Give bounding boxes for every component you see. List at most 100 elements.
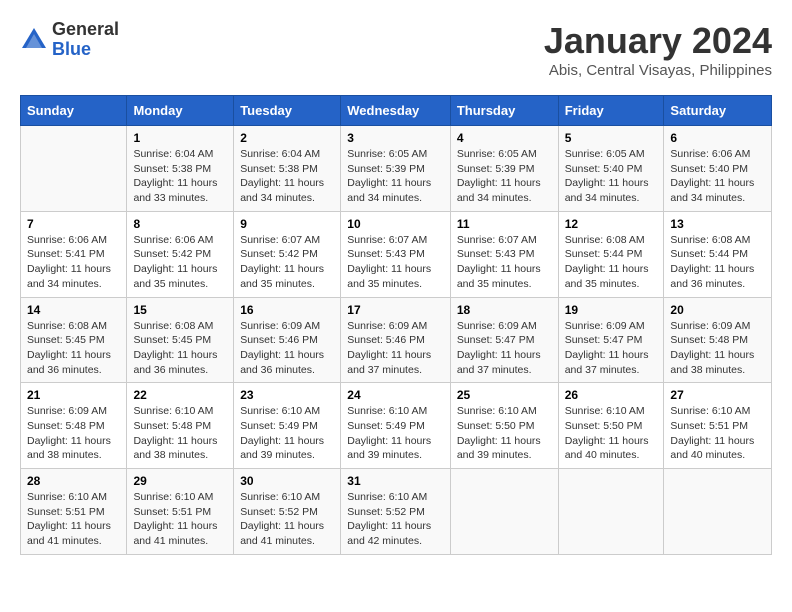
calendar-cell: 19Sunrise: 6:09 AMSunset: 5:47 PMDayligh… <box>558 297 664 383</box>
weekday-header-friday: Friday <box>558 96 664 126</box>
day-number: 24 <box>347 388 444 402</box>
calendar-cell: 14 Sunrise: 6:08 AMSunset: 5:45 PMDayligh… <box>21 297 127 383</box>
day-number: 8 <box>133 217 227 231</box>
day-number: 1 <box>133 131 227 145</box>
day-number: 6 <box>670 131 765 145</box>
day-info: Sunrise: 6:07 AMSunset: 5:42 PMDaylight:… <box>240 233 334 292</box>
calendar-cell: 5Sunrise: 6:05 AMSunset: 5:40 PMDaylight… <box>558 126 664 212</box>
day-number: 21 <box>27 388 120 402</box>
calendar-cell: 16Sunrise: 6:09 AMSunset: 5:46 PMDayligh… <box>234 297 341 383</box>
calendar-cell: 2 Sunrise: 6:04 AMSunset: 5:38 PMDaylight… <box>234 126 341 212</box>
day-info: Sunrise: 6:09 AMSunset: 5:48 PMDaylight:… <box>670 319 765 378</box>
day-number: 22 <box>133 388 227 402</box>
calendar-cell: 3 Sunrise: 6:05 AMSunset: 5:39 PMDaylight… <box>341 126 451 212</box>
day-number: 23 <box>240 388 334 402</box>
logo-icon <box>20 26 48 54</box>
calendar-cell: 18 Sunrise: 6:09 AMSunset: 5:47 PMDayligh… <box>450 297 558 383</box>
calendar-cell: 7Sunrise: 6:06 AMSunset: 5:41 PMDaylight… <box>21 211 127 297</box>
calendar-cell: 27 Sunrise: 6:10 AMSunset: 5:51 PMDayligh… <box>664 383 772 469</box>
day-number: 27 <box>670 388 765 402</box>
day-number: 9 <box>240 217 334 231</box>
logo: General Blue <box>20 20 119 60</box>
logo-blue-text: Blue <box>52 39 91 59</box>
calendar-cell: 26Sunrise: 6:10 AMSunset: 5:50 PMDayligh… <box>558 383 664 469</box>
day-info: Sunrise: 6:06 AMSunset: 5:41 PMDaylight:… <box>27 233 120 292</box>
calendar-cell: 1 Sunrise: 6:04 AMSunset: 5:38 PMDaylight… <box>127 126 234 212</box>
day-number: 30 <box>240 474 334 488</box>
calendar-cell: 8Sunrise: 6:06 AMSunset: 5:42 PMDaylight… <box>127 211 234 297</box>
day-number: 3 <box>347 131 444 145</box>
day-info: Sunrise: 6:09 AMSunset: 5:47 PMDaylight:… <box>457 319 552 378</box>
day-number: 25 <box>457 388 552 402</box>
day-info: Sunrise: 6:08 AMSunset: 5:44 PMDaylight:… <box>565 233 658 292</box>
calendar-cell: 4 Sunrise: 6:05 AMSunset: 5:39 PMDaylight… <box>450 126 558 212</box>
day-number: 14 <box>27 303 120 317</box>
day-info: Sunrise: 6:10 AMSunset: 5:51 PMDaylight:… <box>670 404 765 463</box>
calendar-cell: 20Sunrise: 6:09 AMSunset: 5:48 PMDayligh… <box>664 297 772 383</box>
calendar-subtitle: Abis, Central Visayas, Philippines <box>544 62 772 79</box>
day-info: Sunrise: 6:04 AMSunset: 5:38 PMDaylight:… <box>133 147 227 206</box>
day-number: 4 <box>457 131 552 145</box>
week-row-4: 21Sunrise: 6:09 AMSunset: 5:48 PMDayligh… <box>21 383 772 469</box>
day-number: 26 <box>565 388 658 402</box>
day-info: Sunrise: 6:09 AMSunset: 5:46 PMDaylight:… <box>240 319 334 378</box>
calendar-body: 1 Sunrise: 6:04 AMSunset: 5:38 PMDaylight… <box>21 126 772 555</box>
day-info: Sunrise: 6:08 AMSunset: 5:45 PMDaylight:… <box>27 319 120 378</box>
calendar-cell: 6 Sunrise: 6:06 AMSunset: 5:40 PMDaylight… <box>664 126 772 212</box>
title-area: January 2024 Abis, Central Visayas, Phil… <box>544 20 772 79</box>
calendar-cell <box>21 126 127 212</box>
day-number: 2 <box>240 131 334 145</box>
day-info: Sunrise: 6:10 AMSunset: 5:51 PMDaylight:… <box>27 490 120 549</box>
calendar-title: January 2024 <box>544 20 772 62</box>
calendar-cell: 12 Sunrise: 6:08 AMSunset: 5:44 PMDayligh… <box>558 211 664 297</box>
day-info: Sunrise: 6:08 AMSunset: 5:44 PMDaylight:… <box>670 233 765 292</box>
calendar-cell: 21Sunrise: 6:09 AMSunset: 5:48 PMDayligh… <box>21 383 127 469</box>
day-number: 15 <box>133 303 227 317</box>
calendar-cell: 13 Sunrise: 6:08 AMSunset: 5:44 PMDayligh… <box>664 211 772 297</box>
day-info: Sunrise: 6:07 AMSunset: 5:43 PMDaylight:… <box>347 233 444 292</box>
day-number: 12 <box>565 217 658 231</box>
calendar-cell: 28Sunrise: 6:10 AMSunset: 5:51 PMDayligh… <box>21 469 127 555</box>
day-info: Sunrise: 6:08 AMSunset: 5:45 PMDaylight:… <box>133 319 227 378</box>
day-number: 18 <box>457 303 552 317</box>
day-number: 11 <box>457 217 552 231</box>
calendar-cell: 15 Sunrise: 6:08 AMSunset: 5:45 PMDayligh… <box>127 297 234 383</box>
day-info: Sunrise: 6:04 AMSunset: 5:38 PMDaylight:… <box>240 147 334 206</box>
calendar-cell: 22 Sunrise: 6:10 AMSunset: 5:48 PMDayligh… <box>127 383 234 469</box>
day-info: Sunrise: 6:06 AMSunset: 5:40 PMDaylight:… <box>670 147 765 206</box>
day-info: Sunrise: 6:10 AMSunset: 5:51 PMDaylight:… <box>133 490 227 549</box>
day-info: Sunrise: 6:10 AMSunset: 5:48 PMDaylight:… <box>133 404 227 463</box>
calendar-cell: 29 Sunrise: 6:10 AMSunset: 5:51 PMDayligh… <box>127 469 234 555</box>
weekday-header-wednesday: Wednesday <box>341 96 451 126</box>
day-info: Sunrise: 6:07 AMSunset: 5:43 PMDaylight:… <box>457 233 552 292</box>
logo-general-text: General <box>52 19 119 39</box>
day-info: Sunrise: 6:05 AMSunset: 5:39 PMDaylight:… <box>347 147 444 206</box>
day-info: Sunrise: 6:09 AMSunset: 5:47 PMDaylight:… <box>565 319 658 378</box>
day-number: 10 <box>347 217 444 231</box>
day-number: 13 <box>670 217 765 231</box>
day-number: 31 <box>347 474 444 488</box>
calendar-cell: 10 Sunrise: 6:07 AMSunset: 5:43 PMDayligh… <box>341 211 451 297</box>
day-number: 17 <box>347 303 444 317</box>
day-info: Sunrise: 6:09 AMSunset: 5:46 PMDaylight:… <box>347 319 444 378</box>
weekday-header-thursday: Thursday <box>450 96 558 126</box>
calendar-cell: 9 Sunrise: 6:07 AMSunset: 5:42 PMDaylight… <box>234 211 341 297</box>
day-info: Sunrise: 6:10 AMSunset: 5:49 PMDaylight:… <box>240 404 334 463</box>
day-number: 5 <box>565 131 658 145</box>
day-number: 29 <box>133 474 227 488</box>
week-row-5: 28Sunrise: 6:10 AMSunset: 5:51 PMDayligh… <box>21 469 772 555</box>
header: General Blue January 2024 Abis, Central … <box>20 20 772 79</box>
week-row-2: 7Sunrise: 6:06 AMSunset: 5:41 PMDaylight… <box>21 211 772 297</box>
day-info: Sunrise: 6:10 AMSunset: 5:52 PMDaylight:… <box>347 490 444 549</box>
day-info: Sunrise: 6:10 AMSunset: 5:52 PMDaylight:… <box>240 490 334 549</box>
week-row-1: 1 Sunrise: 6:04 AMSunset: 5:38 PMDaylight… <box>21 126 772 212</box>
day-info: Sunrise: 6:10 AMSunset: 5:50 PMDaylight:… <box>457 404 552 463</box>
weekday-header-sunday: Sunday <box>21 96 127 126</box>
calendar-cell: 24Sunrise: 6:10 AMSunset: 5:49 PMDayligh… <box>341 383 451 469</box>
week-row-3: 14 Sunrise: 6:08 AMSunset: 5:45 PMDayligh… <box>21 297 772 383</box>
calendar-cell <box>558 469 664 555</box>
calendar-cell: 25 Sunrise: 6:10 AMSunset: 5:50 PMDayligh… <box>450 383 558 469</box>
calendar-cell: 11 Sunrise: 6:07 AMSunset: 5:43 PMDayligh… <box>450 211 558 297</box>
weekday-header-tuesday: Tuesday <box>234 96 341 126</box>
day-info: Sunrise: 6:05 AMSunset: 5:39 PMDaylight:… <box>457 147 552 206</box>
